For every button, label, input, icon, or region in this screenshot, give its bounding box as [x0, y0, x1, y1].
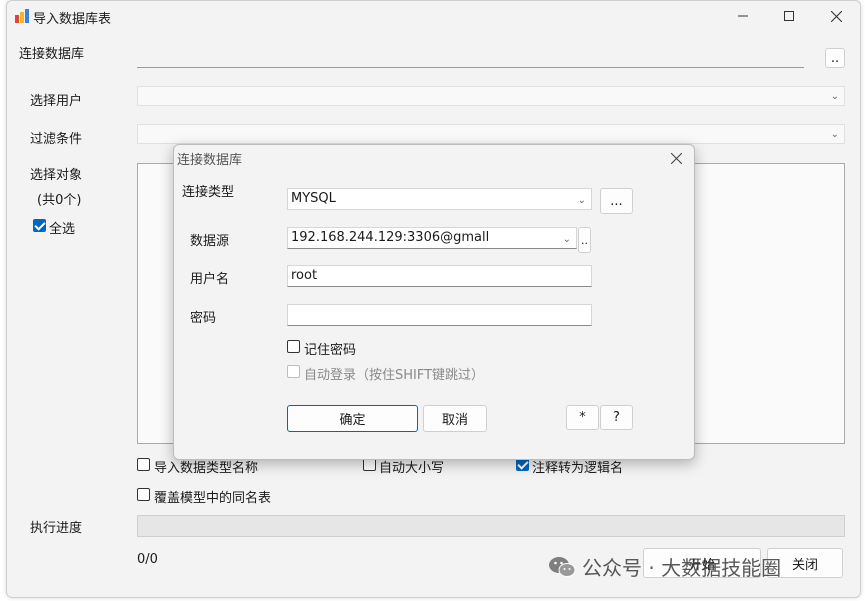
dialog-title: 连接数据库 [177, 153, 243, 168]
select-all-label: 全选 [49, 222, 76, 237]
conn-type-label: 连接类型 [182, 185, 235, 200]
maximize-icon [784, 11, 794, 21]
object-count-text: (共0个) [37, 193, 82, 208]
password-label: 密码 [190, 311, 217, 326]
password-input[interactable] [287, 304, 592, 326]
select-all-checkbox[interactable] [33, 219, 46, 232]
select-user-combo[interactable]: ⌄ [137, 86, 845, 106]
datasource-combo[interactable]: 192.168.244.129:3306@gmall ⌄ [287, 227, 577, 249]
progress-label: 执行进度 [30, 521, 83, 536]
close-icon [670, 152, 682, 164]
chevron-down-icon: ⌄ [577, 195, 586, 206]
datasource-value: 192.168.244.129:3306@gmall [291, 230, 490, 245]
username-value: root [291, 268, 318, 283]
overwrite-same-name-label: 覆盖模型中的同名表 [154, 491, 272, 506]
filter-label: 过滤条件 [30, 132, 83, 147]
star-button[interactable]: * [566, 405, 599, 430]
conn-type-more-button[interactable]: ... [600, 188, 633, 214]
cancel-button[interactable]: 取消 [423, 405, 487, 432]
connect-db-field[interactable] [137, 49, 804, 68]
maximize-button[interactable] [766, 1, 812, 31]
chevron-down-icon: ⌄ [562, 234, 571, 245]
browse-db-button[interactable]: .. [825, 48, 845, 68]
username-label: 用户名 [190, 272, 230, 287]
filter-combo[interactable]: ⌄ [137, 124, 845, 144]
minimize-button[interactable] [720, 1, 766, 31]
watermark: 公众号 · 大数据技能圈 [548, 552, 781, 581]
wechat-icon [549, 556, 576, 577]
overwrite-same-name-checkbox[interactable] [137, 488, 150, 501]
progress-text: 0/0 [137, 552, 158, 567]
minimize-icon [738, 15, 748, 17]
remember-password-checkbox[interactable] [287, 340, 300, 353]
username-input[interactable]: root [287, 265, 592, 287]
conn-type-combo[interactable]: MYSQL ⌄ [287, 188, 592, 210]
help-button[interactable]: ? [600, 405, 633, 430]
watermark-text: 公众号 · 大数据技能圈 [582, 556, 782, 580]
auto-login-checkbox[interactable] [287, 365, 300, 378]
connect-db-label: 连接数据库 [19, 47, 85, 62]
datasource-more-button[interactable]: .. [578, 227, 591, 253]
select-user-label: 选择用户 [30, 94, 83, 109]
datasource-label: 数据源 [190, 234, 230, 249]
title-bar: 导入数据库表 [7, 1, 860, 31]
app-icon [15, 9, 29, 23]
ok-button[interactable]: 确定 [287, 405, 418, 432]
progress-bar [137, 515, 845, 537]
close-icon [830, 10, 842, 22]
close-window-button[interactable] [813, 1, 859, 31]
chevron-down-icon: ⌄ [830, 91, 839, 102]
auto-login-label: 自动登录（按住SHIFT键跳过） [304, 368, 485, 383]
dialog-close-button[interactable] [666, 148, 686, 168]
remember-password-label: 记住密码 [304, 343, 357, 358]
import-type-name-checkbox[interactable] [137, 458, 150, 471]
window-title: 导入数据库表 [33, 12, 112, 27]
conn-type-value: MYSQL [291, 191, 336, 206]
select-object-label: 选择对象 [30, 168, 83, 183]
chevron-down-icon: ⌄ [830, 129, 839, 140]
connect-db-dialog: 连接数据库 连接类型 MYSQL ⌄ ... 数据源 192.168.244.1… [173, 144, 695, 460]
